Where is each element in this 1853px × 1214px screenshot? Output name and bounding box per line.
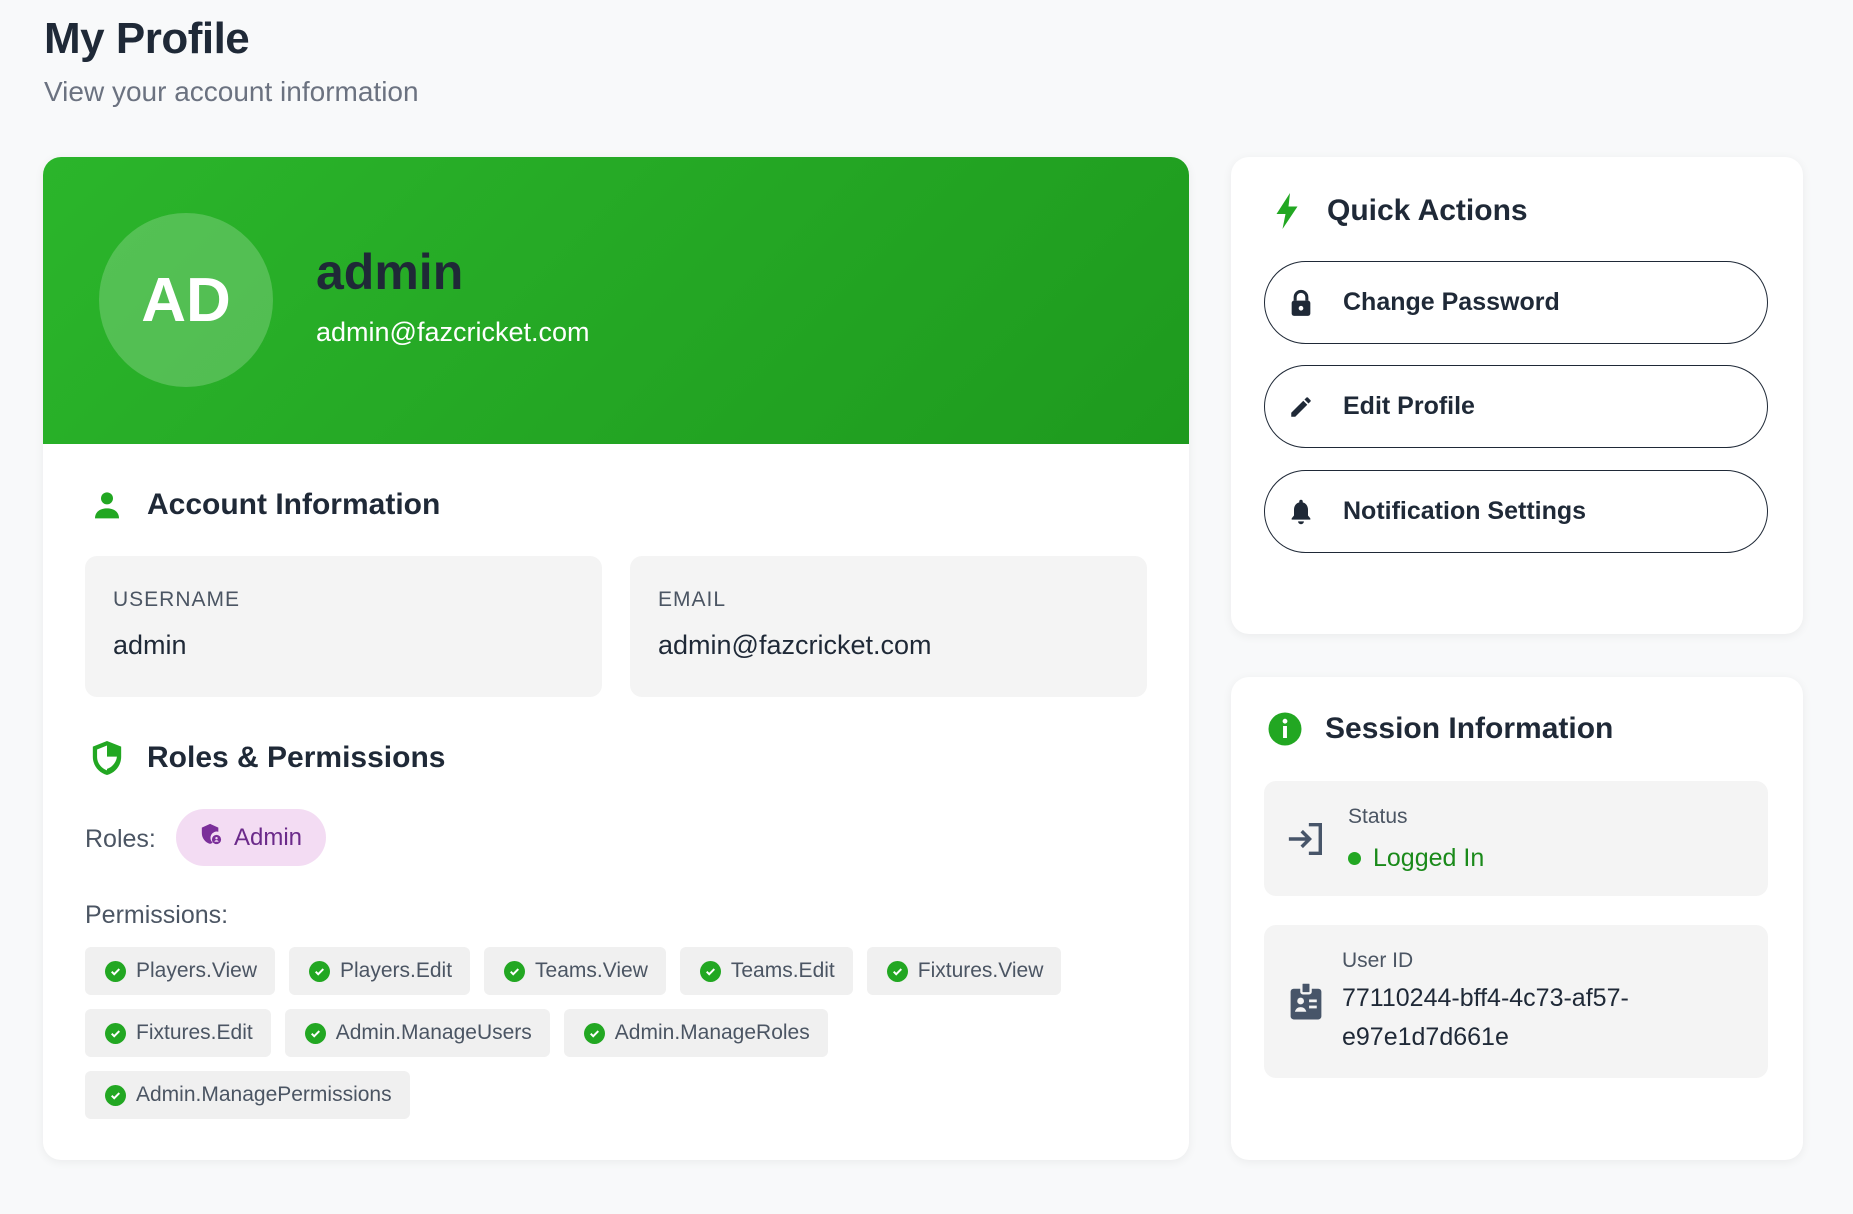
check-circle-icon [105, 1022, 126, 1044]
permission-label: Players.Edit [340, 959, 453, 982]
permission-chip: Fixtures.View [866, 947, 1062, 995]
page-title: My Profile [44, 14, 250, 63]
check-circle-icon [309, 960, 330, 982]
email-label: EMAIL [658, 588, 727, 611]
permission-chip: Admin.ManagePermissions [85, 1071, 410, 1119]
check-circle-icon [886, 960, 908, 982]
status-label: Status [1348, 805, 1408, 828]
user-id-label: User ID [1342, 949, 1414, 972]
quick-actions-header: Quick Actions [1269, 193, 1528, 229]
quick-actions-card: Quick Actions Change Password Edit Profi… [1231, 157, 1803, 634]
lightning-icon [1269, 193, 1305, 229]
user-icon [89, 487, 125, 523]
check-circle-icon [504, 960, 526, 982]
notification-settings-button[interactable]: Notification Settings [1264, 470, 1768, 553]
change-password-label: Change Password [1343, 288, 1560, 316]
permissions-label: Permissions: [85, 901, 229, 929]
permission-label: Players.View [136, 959, 257, 982]
role-badge-admin: Admin [176, 809, 326, 866]
profile-card: AD admin admin@fazcricket.com Account In… [43, 157, 1189, 1160]
check-circle-icon [105, 960, 126, 982]
permission-label: Fixtures.View [917, 959, 1044, 982]
avatar: AD [99, 213, 273, 387]
permission-chip: Admin.ManageRoles [563, 1009, 828, 1057]
permission-label: Teams.View [535, 959, 648, 982]
roles-label: Roles: [85, 825, 156, 853]
profile-banner: AD admin admin@fazcricket.com [43, 157, 1189, 444]
admin-shield-icon [200, 823, 222, 852]
permission-label: Admin.ManageRoles [614, 1021, 810, 1044]
role-label: Admin [233, 823, 303, 851]
permission-chip: Players.Edit [289, 947, 471, 995]
session-info-title: Session Information [1325, 712, 1614, 745]
username-label: USERNAME [113, 588, 241, 611]
change-password-button[interactable]: Change Password [1264, 261, 1768, 344]
permission-chip: Players.View [85, 947, 275, 995]
session-info-header: Session Information [1267, 711, 1613, 747]
notification-settings-label: Notification Settings [1343, 497, 1587, 525]
account-info-title: Account Information [147, 488, 441, 521]
permission-chip: Fixtures.Edit [85, 1009, 271, 1057]
status-dot [1348, 852, 1361, 865]
permissions-list: Players.View Players.Edit Teams.View Tea… [85, 947, 1145, 1133]
check-circle-icon [304, 1022, 326, 1044]
quick-actions-title: Quick Actions [1327, 194, 1528, 227]
profile-email: admin@fazcricket.com [316, 317, 590, 347]
permission-label: Fixtures.Edit [136, 1021, 253, 1044]
username-box: USERNAME admin [85, 556, 602, 697]
edit-profile-button[interactable]: Edit Profile [1264, 365, 1768, 448]
info-icon [1267, 711, 1303, 747]
profile-name: admin [316, 244, 464, 300]
permission-chip: Admin.ManageUsers [284, 1009, 550, 1057]
status-value: Logged In [1348, 839, 1484, 878]
check-circle-icon [105, 1084, 126, 1106]
edit-profile-label: Edit Profile [1343, 392, 1475, 420]
user-id-box: User ID 77110244-bff4-4c73-af57- e97e1d7… [1264, 925, 1768, 1078]
permission-label: Admin.ManagePermissions [136, 1083, 392, 1106]
id-badge-icon [1286, 981, 1326, 1021]
username-value: admin [113, 630, 187, 660]
user-id-value: 77110244-bff4-4c73-af57- e97e1d7d661e [1342, 979, 1629, 1057]
shield-icon [89, 740, 125, 776]
email-box: EMAIL admin@fazcricket.com [630, 556, 1147, 697]
user-id-line-2: e97e1d7d661e [1342, 1023, 1509, 1051]
bell-icon [1287, 498, 1315, 526]
roles-permissions-title: Roles & Permissions [147, 741, 446, 774]
lock-icon [1287, 289, 1315, 317]
pencil-icon [1287, 393, 1315, 421]
user-id-line-1: 77110244-bff4-4c73-af57- [1342, 984, 1629, 1012]
roles-permissions-header: Roles & Permissions [89, 740, 445, 776]
email-value: admin@fazcricket.com [658, 630, 932, 660]
permission-label: Teams.Edit [730, 959, 835, 982]
check-circle-icon [583, 1022, 605, 1044]
account-info-header: Account Information [89, 487, 440, 523]
login-icon [1286, 819, 1326, 859]
status-text: Logged In [1373, 844, 1485, 872]
permission-chip: Teams.Edit [679, 947, 853, 995]
permission-label: Admin.ManageUsers [335, 1021, 532, 1044]
session-info-card: Session Information Status Logged In Use… [1231, 677, 1803, 1160]
permission-chip: Teams.View [484, 947, 666, 995]
status-box: Status Logged In [1264, 781, 1768, 896]
profile-page: My Profile View your account information… [0, 0, 1853, 1214]
check-circle-icon [699, 960, 721, 982]
page-subtitle: View your account information [44, 76, 419, 107]
